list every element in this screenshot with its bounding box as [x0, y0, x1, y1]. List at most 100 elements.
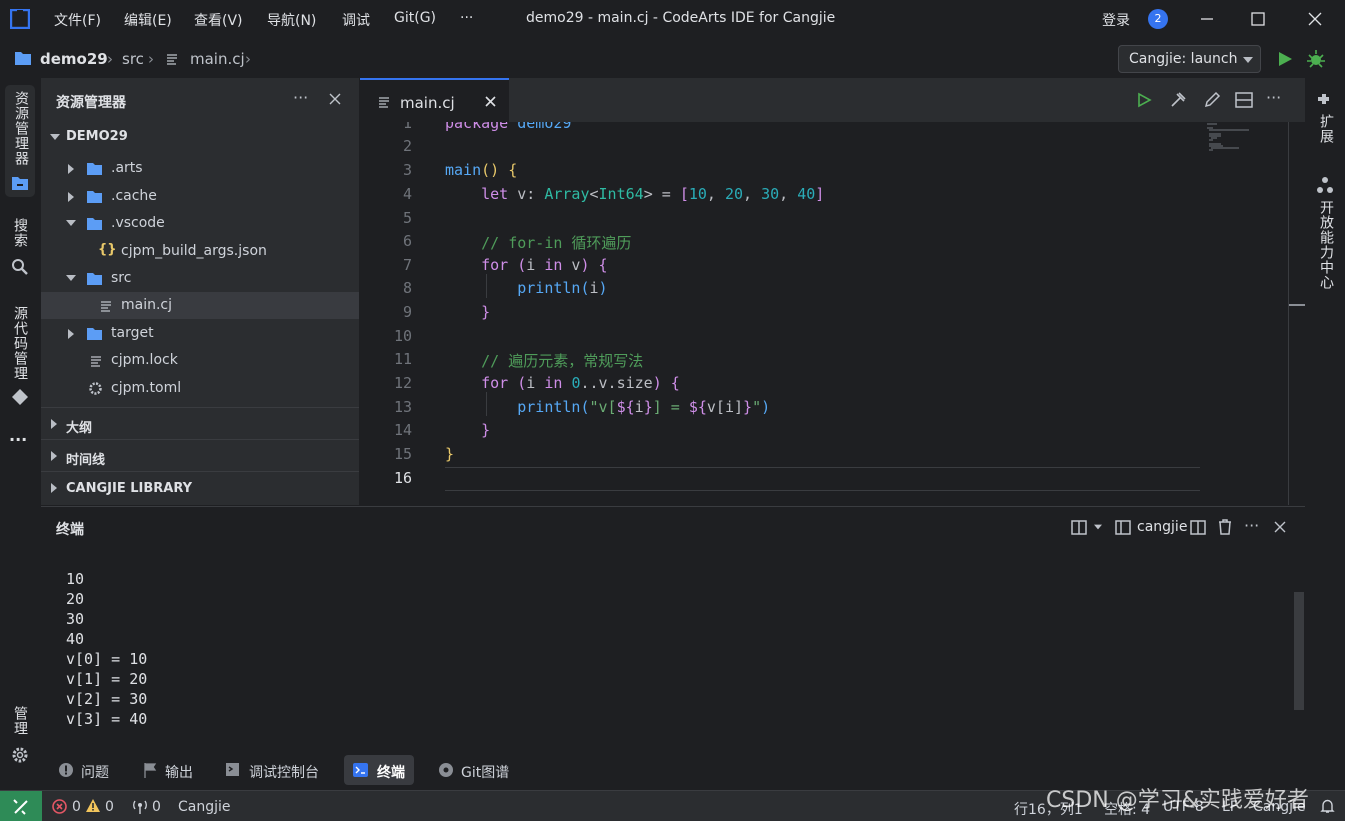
breadcrumb-project[interactable]: demo29 — [40, 50, 108, 68]
close-tab-icon[interactable] — [485, 96, 496, 107]
app-logo-icon — [10, 9, 30, 29]
tree-item-toml[interactable]: cjpm.toml — [41, 375, 359, 402]
code-line: 6 // for-in 循环遍历 — [402, 232, 632, 252]
close-window-icon[interactable] — [1304, 8, 1326, 30]
activity-more[interactable]: ··· — [9, 430, 27, 449]
breadcrumb-folder[interactable]: src — [122, 50, 144, 68]
tab-git-graph[interactable]: Git图谱 — [431, 755, 521, 785]
debug-icon[interactable] — [1306, 49, 1326, 69]
panel-header: 终端 — [56, 522, 84, 538]
menu-more[interactable]: ··· — [460, 10, 473, 26]
terminal-layout-icon[interactable] — [1115, 520, 1131, 535]
split-editor-icon[interactable] — [1235, 92, 1253, 108]
more-actions-icon[interactable]: ··· — [1266, 88, 1281, 107]
activity-scm[interactable]: 源代码管理 — [10, 306, 30, 381]
split-pane-icon[interactable] — [1190, 520, 1206, 535]
edit-pen-icon[interactable] — [1203, 91, 1221, 109]
activity-search[interactable]: 搜索 — [10, 218, 30, 248]
editor-tab-label: main.cj — [400, 94, 455, 112]
bell-icon[interactable] — [1320, 799, 1335, 814]
terminal-scrollbar[interactable] — [1294, 592, 1304, 710]
menu-git[interactable]: Git(G) — [394, 10, 436, 26]
tree-item-main[interactable]: main.cj — [41, 292, 359, 319]
error-count[interactable]: 0 — [72, 799, 81, 815]
explorer-header: 资源管理器 — [56, 95, 126, 111]
file-lines-icon — [91, 356, 101, 367]
tree-item-src[interactable]: src — [41, 265, 359, 292]
extensions-icon[interactable] — [1316, 91, 1334, 109]
file-lines-icon — [379, 97, 389, 108]
close-icon[interactable] — [329, 93, 341, 105]
close-panel-icon[interactable] — [1274, 521, 1286, 533]
tab-debug-console[interactable]: 调试控制台 — [219, 755, 329, 785]
tab-problems[interactable]: 问题 — [51, 755, 131, 785]
section-outline[interactable]: 大纲 — [41, 407, 359, 439]
tree-root[interactable]: DEMO29 — [41, 124, 359, 151]
more-actions-icon[interactable]: ··· — [293, 88, 308, 107]
more-actions-icon[interactable]: ··· — [1244, 516, 1259, 535]
tree-item-vscode[interactable]: .vscode — [41, 210, 359, 237]
code-view[interactable]: 1 package demo29 2 3 main() { 4 let v: Arr… — [360, 122, 1290, 505]
warning-circle-icon — [59, 763, 73, 777]
warning-icon[interactable] — [85, 798, 101, 813]
right-capability-label[interactable]: 开放能力中心 — [1316, 200, 1336, 290]
tab-output[interactable]: 输出 — [136, 755, 206, 785]
scroll-indicator — [1289, 304, 1305, 306]
section-timeline[interactable]: 时间线 — [41, 439, 359, 471]
folder-target-icon — [87, 328, 102, 340]
folder-icon — [87, 191, 102, 203]
remote-icon — [13, 799, 28, 815]
build-hammer-icon[interactable] — [1169, 91, 1187, 109]
section-cangjie-library[interactable]: CANGJIE LIBRARY — [41, 471, 359, 503]
minimize-icon[interactable] — [1196, 8, 1218, 30]
maximize-icon[interactable] — [1247, 8, 1269, 30]
menu-file[interactable]: 文件(F) — [54, 10, 101, 30]
launch-config-select[interactable]: Cangjie: launch — [1118, 45, 1261, 73]
menu-edit[interactable]: 编辑(E) — [124, 10, 172, 30]
search-icon[interactable] — [11, 258, 29, 276]
error-icon[interactable] — [52, 799, 67, 814]
login-button[interactable]: 登录 — [1102, 10, 1130, 30]
tree-item-arts[interactable]: .arts — [41, 155, 359, 182]
terminal-line: v[1] = 20 — [66, 670, 148, 688]
minimap[interactable] — [1205, 122, 1255, 152]
run-file-icon[interactable] — [1136, 92, 1152, 108]
window-title: demo29 - main.cj - CodeArts IDE for Cang… — [526, 10, 836, 26]
tree-item-target[interactable]: target — [41, 320, 359, 347]
breadcrumb-file[interactable]: main.cj — [190, 50, 245, 68]
code-line: 10 — [393, 327, 412, 345]
tree-item-lock[interactable]: cjpm.lock — [41, 347, 359, 374]
split-terminal-icon[interactable] — [1071, 520, 1087, 535]
activity-explorer-label: 资源管理器 — [13, 91, 29, 166]
status-language-name[interactable]: Cangjie — [178, 799, 231, 815]
activity-manage[interactable]: 管理 — [10, 706, 30, 736]
trash-icon[interactable] — [1217, 519, 1233, 535]
run-icon[interactable] — [1276, 50, 1294, 68]
folder-src-icon — [87, 273, 102, 285]
terminal-line: v[3] = 40 — [66, 710, 148, 728]
terminal-shell-name[interactable]: cangjie — [1137, 519, 1187, 535]
ports-count[interactable]: 0 — [152, 799, 161, 815]
folder-icon — [15, 52, 31, 65]
activity-explorer[interactable]: 资源管理器 — [5, 85, 35, 197]
gear-icon[interactable] — [11, 746, 29, 764]
debug-console-icon — [226, 763, 239, 776]
explorer-icon — [12, 177, 28, 190]
right-extensions-label[interactable]: 扩展 — [1316, 114, 1336, 144]
broadcast-icon[interactable] — [132, 799, 148, 814]
tab-terminal[interactable]: 终端 — [344, 755, 414, 785]
menu-debug[interactable]: 调试 — [342, 10, 370, 30]
menu-view[interactable]: 查看(V) — [194, 10, 243, 30]
editor-tab-main[interactable]: main.cj — [360, 78, 509, 122]
tree-item-cache[interactable]: .cache — [41, 183, 359, 210]
menu-navigate[interactable]: 导航(N) — [267, 10, 316, 30]
notification-badge[interactable]: 2 — [1148, 9, 1168, 29]
launch-config-label: Cangjie: launch — [1129, 51, 1238, 67]
tree-item-build-args[interactable]: {} cjpm_build_args.json — [41, 238, 359, 265]
code-line-current: 16 — [393, 469, 412, 487]
code-line: 1 package demo29 — [402, 122, 572, 132]
warning-count[interactable]: 0 — [105, 799, 114, 815]
remote-button[interactable] — [0, 791, 42, 821]
git-icon[interactable] — [11, 388, 29, 406]
open-capability-icon[interactable] — [1316, 176, 1334, 194]
